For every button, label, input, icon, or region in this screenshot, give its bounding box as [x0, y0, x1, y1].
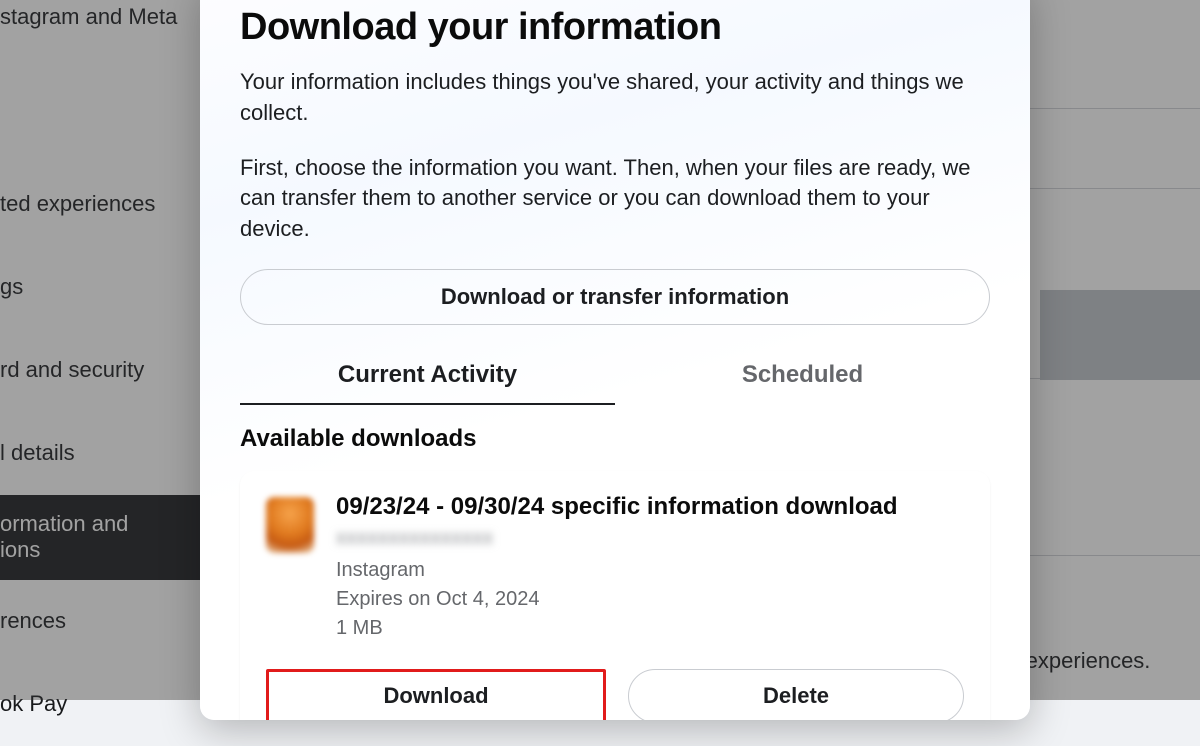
download-title: 09/23/24 - 09/30/24 specific information…: [336, 493, 964, 521]
delete-button[interactable]: Delete: [628, 669, 964, 720]
tab-current-activity[interactable]: Current Activity: [240, 353, 615, 405]
available-downloads-heading: Available downloads: [240, 425, 990, 453]
avatar: [266, 497, 314, 553]
modal-lead-1: Your information includes things you've …: [240, 67, 990, 129]
download-service: Instagram: [336, 556, 964, 585]
tab-scheduled[interactable]: Scheduled: [615, 353, 990, 405]
download-button[interactable]: Download: [266, 669, 606, 720]
download-username-blurred: xxxxxxxxxxxxxxx: [336, 527, 964, 550]
modal-lead-2: First, choose the information you want. …: [240, 153, 990, 245]
download-card: 09/23/24 - 09/30/24 specific information…: [240, 471, 990, 720]
download-size: 1 MB: [336, 614, 964, 643]
tab-bar: Current Activity Scheduled: [240, 353, 990, 405]
download-info-modal: Download your information Your informati…: [200, 0, 1030, 720]
download-expiry: Expires on Oct 4, 2024: [336, 585, 964, 614]
modal-title: Download your information: [240, 6, 990, 49]
download-or-transfer-button[interactable]: Download or transfer information: [240, 269, 990, 325]
